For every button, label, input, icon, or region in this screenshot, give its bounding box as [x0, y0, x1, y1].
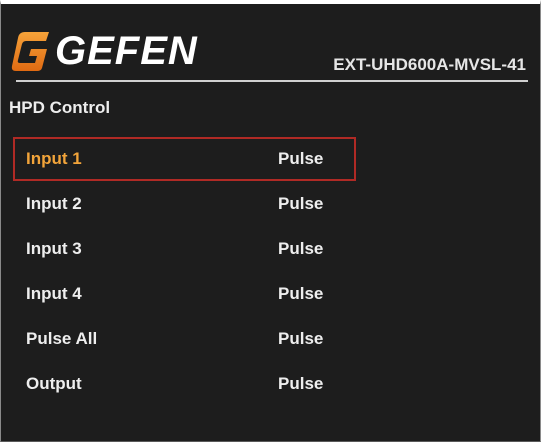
menu-item-input-2[interactable]: Input 2 Pulse — [13, 181, 356, 226]
menu-item-input-1[interactable]: Input 1 Pulse — [13, 137, 356, 181]
menu-item-label: Input 2 — [26, 193, 82, 213]
menu-item-value[interactable]: Pulse — [278, 149, 323, 169]
model-number: EXT-UHD600A-MVSL-41 — [333, 55, 526, 74]
brand-logo: GEFEN — [11, 28, 198, 74]
menu-item-value[interactable]: Pulse — [278, 239, 323, 259]
menu-item-label: Output — [26, 373, 82, 393]
menu-item-value[interactable]: Pulse — [278, 194, 323, 214]
menu-item-label: Input 1 — [26, 149, 82, 168]
menu-item-pulse-all[interactable]: Pulse All Pulse — [13, 316, 356, 361]
hpd-menu-list: Input 1 Pulse Input 2 Pulse Input 3 Puls… — [13, 137, 356, 406]
menu-item-label: Input 4 — [26, 283, 82, 303]
menu-item-output[interactable]: Output Pulse — [13, 361, 356, 406]
menu-item-label: Input 3 — [26, 238, 82, 258]
header-divider — [16, 80, 528, 82]
menu-item-value[interactable]: Pulse — [278, 374, 323, 394]
menu-item-input-3[interactable]: Input 3 Pulse — [13, 226, 356, 271]
menu-item-input-4[interactable]: Input 4 Pulse — [13, 271, 356, 316]
menu-item-label: Pulse All — [26, 328, 98, 348]
menu-item-value[interactable]: Pulse — [278, 329, 323, 349]
menu-title: HPD Control — [9, 98, 111, 117]
gefen-g-logo-icon — [11, 32, 49, 71]
menu-item-value[interactable]: Pulse — [278, 284, 323, 304]
osd-screen: GEFEN EXT-UHD600A-MVSL-41 HPD Control In… — [0, 0, 541, 442]
brand-name: GEFEN — [55, 29, 198, 73]
